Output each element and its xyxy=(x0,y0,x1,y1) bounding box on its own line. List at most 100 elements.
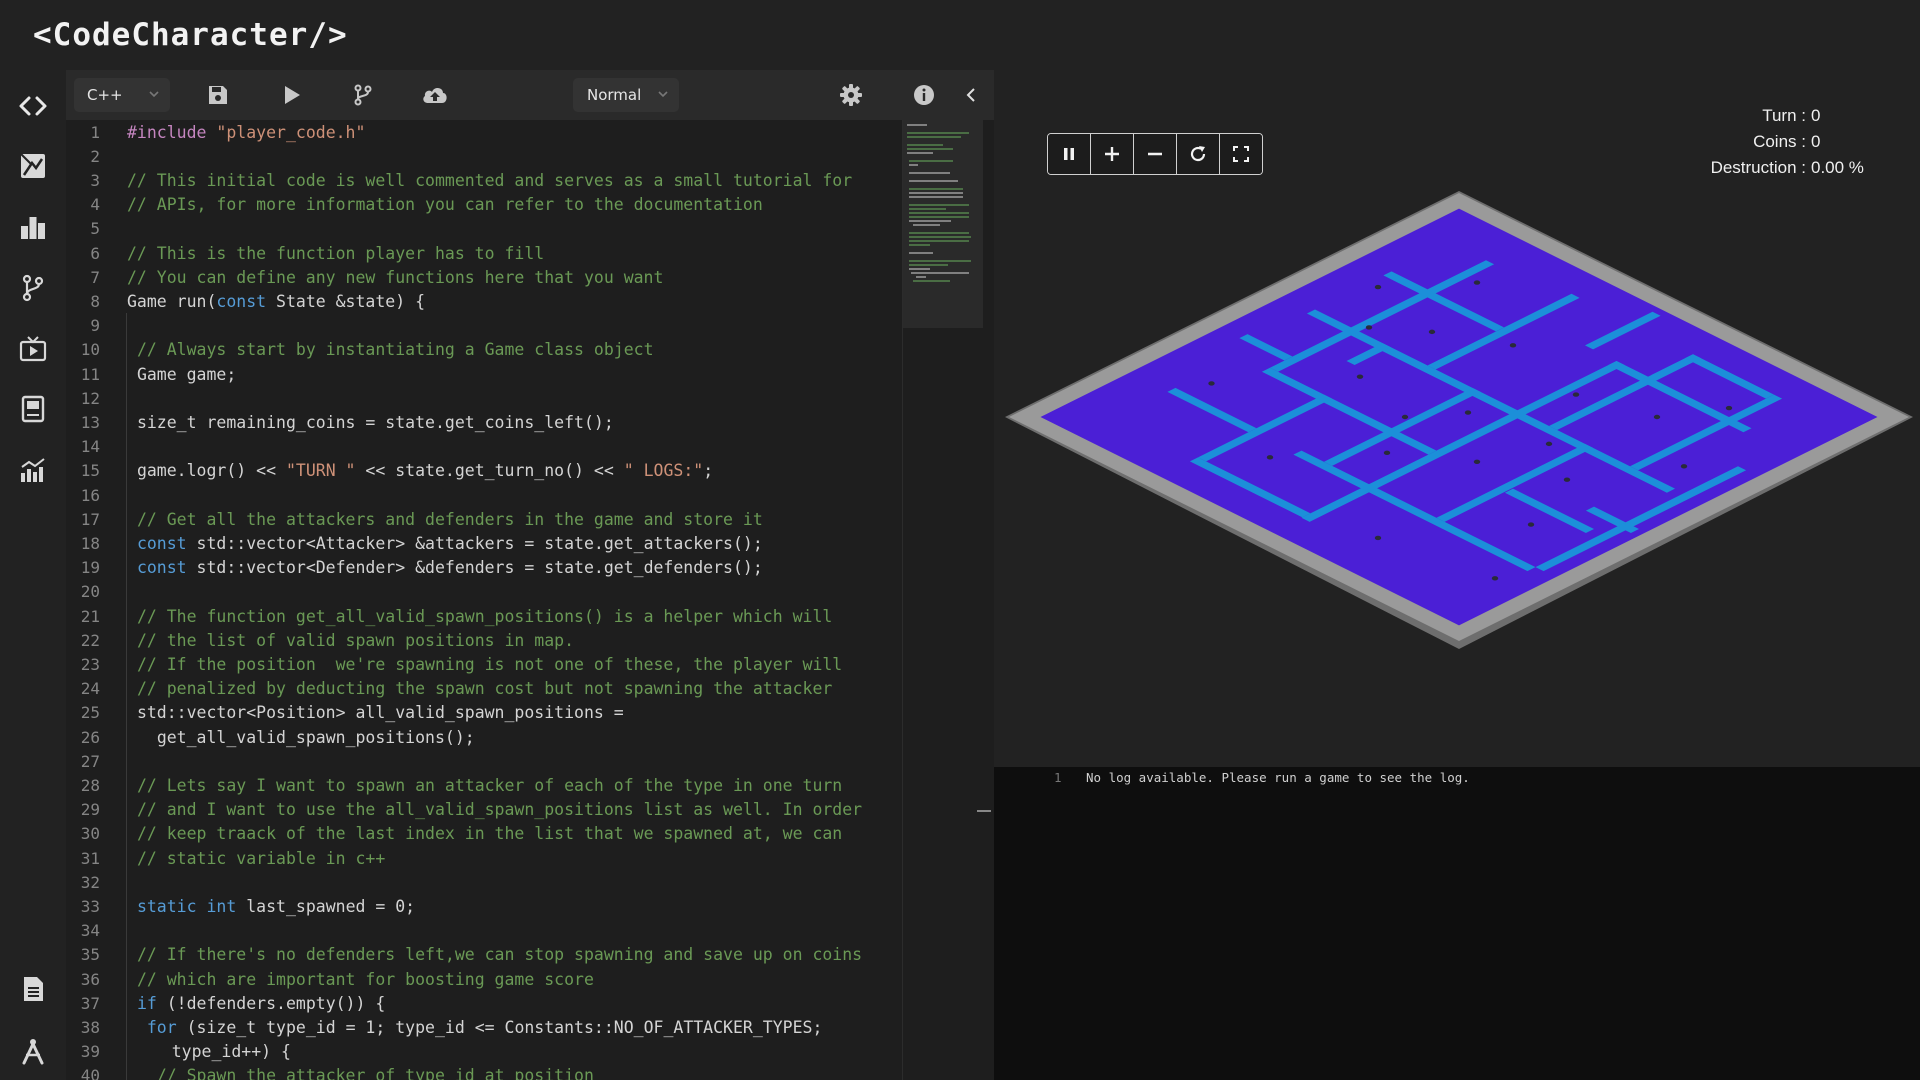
code-line[interactable]: 11 Game game; xyxy=(66,363,896,387)
code-text: // APIs, for more information you can re… xyxy=(127,193,763,217)
code-lines[interactable]: 1 #include "player_code.h" 2 3// This initi… xyxy=(66,120,896,1080)
code-line[interactable]: 28 // Lets say I want to spawn an attacke… xyxy=(66,774,896,798)
sidebar-item-leaderboard[interactable] xyxy=(13,207,53,247)
code-line[interactable]: 4 // APIs, for more information you can r… xyxy=(66,193,896,217)
code-line[interactable]: 15 game.logr() << "TURN " << state.get_tu… xyxy=(66,459,896,483)
code-line[interactable]: 19 const std::vector<Defender> &defenders… xyxy=(66,556,896,580)
code-line[interactable]: 35 // If there's no defenders left,we can… xyxy=(66,943,896,967)
code-text: // static variable in c++ xyxy=(137,847,385,871)
fullscreen-button[interactable] xyxy=(1220,134,1262,174)
code-line[interactable]: 6 // This is the function player has to f… xyxy=(66,242,896,266)
pause-button[interactable] xyxy=(1048,134,1091,174)
editor-scrollbar[interactable] xyxy=(977,810,991,812)
code-line[interactable]: 26 get_all_valid_spawn_positions(); xyxy=(66,726,896,750)
line-number: 19 xyxy=(80,558,100,578)
code-line[interactable]: 7 // You can define any new functions her… xyxy=(66,266,896,290)
zoom-in-icon xyxy=(1105,147,1119,161)
code-line[interactable]: 13 size_t remaining_coins = state.get_coi… xyxy=(66,411,896,435)
code-text: type_id++) { xyxy=(172,1040,291,1064)
code-line[interactable]: 16 xyxy=(66,484,896,508)
minimap[interactable] xyxy=(902,120,983,1080)
code-line[interactable]: 33 static int last_spawned = 0; xyxy=(66,895,896,919)
stat-destruction-label: Destruction : xyxy=(1710,158,1806,177)
minimap-line xyxy=(909,244,931,246)
reset-view-button[interactable] xyxy=(1177,134,1220,174)
line-number: 26 xyxy=(80,727,100,747)
code-line[interactable]: 9 xyxy=(66,314,896,338)
code-line[interactable]: 23 // If the position we're spawning is n… xyxy=(66,653,896,677)
line-number: 2 xyxy=(90,146,100,166)
line-number: 28 xyxy=(80,775,100,795)
save-button[interactable] xyxy=(203,80,233,110)
sidebar-item-documentation[interactable] xyxy=(13,969,53,1009)
code-text: get_all_valid_spawn_positions(); xyxy=(157,726,475,750)
code-line[interactable]: 21 // The function get_all_valid_spawn_po… xyxy=(66,605,896,629)
zoom-in-button[interactable] xyxy=(1091,134,1134,174)
code-editor[interactable]: 1 #include "player_code.h" 2 3// This initi… xyxy=(66,120,994,1080)
code-token: #include xyxy=(127,122,207,142)
code-text: static int last_spawned = 0; xyxy=(137,895,415,919)
code-line[interactable]: 34 xyxy=(66,919,896,943)
code-line[interactable]: 29 // and I want to use the all_valid_spa… xyxy=(66,798,896,822)
run-button[interactable] xyxy=(277,80,307,110)
code-line[interactable]: 31 // static variable in c++ xyxy=(66,847,896,871)
code-line[interactable]: 40 // Spawn the attacker of type_id at po… xyxy=(66,1064,896,1080)
code-line[interactable]: 37 if (!defenders.empty()) { xyxy=(66,992,896,1016)
log-line-number: 1 xyxy=(1054,770,1062,785)
code-line[interactable]: 24 // penalized by deducting the spawn co… xyxy=(66,677,896,701)
sidebar-item-history[interactable] xyxy=(13,268,53,308)
code-token: const xyxy=(216,291,267,311)
log-panel[interactable]: 1 No log available. Please run a game to … xyxy=(994,767,1920,1080)
code-line[interactable]: 18 const std::vector<Attacker> &attackers… xyxy=(66,532,896,556)
chevron-left-icon[interactable] xyxy=(964,86,978,104)
code-text: // Get all the attackers and defenders i… xyxy=(137,508,763,532)
minimap-line xyxy=(907,124,928,126)
commit-button[interactable] xyxy=(348,80,378,110)
code-line[interactable]: 2 xyxy=(66,145,896,169)
code-token: // If there's no defenders left,we can s… xyxy=(136,945,863,965)
code-text: // keep traack of the last index in the … xyxy=(137,822,842,846)
code-line[interactable]: 27 xyxy=(66,750,896,774)
code-token: static xyxy=(136,896,197,916)
code-line[interactable]: 39 type_id++) { xyxy=(66,1040,896,1064)
sidebar-item-tutorials[interactable] xyxy=(13,1031,53,1071)
code-line[interactable]: 25 std::vector<Position> all_valid_spawn_… xyxy=(66,701,896,725)
code-text: const std::vector<Defender> &defenders =… xyxy=(137,556,763,580)
code-line[interactable]: 12 xyxy=(66,387,896,411)
code-line[interactable]: 36 // which are important for boosting ga… xyxy=(66,968,896,992)
code-line[interactable]: 32 xyxy=(66,871,896,895)
sidebar-item-statistics[interactable] xyxy=(13,450,53,490)
upload-button[interactable] xyxy=(420,80,450,110)
language-select[interactable]: C++ xyxy=(74,78,170,112)
editor-mode-select[interactable]: Normal xyxy=(573,78,679,112)
code-line[interactable]: 22 // the list of valid spawn positions i… xyxy=(66,629,896,653)
app-logo[interactable]: <CodeCharacter/> xyxy=(33,17,348,53)
code-line[interactable]: 17 // Get all the attackers and defenders… xyxy=(66,508,896,532)
minimap-line xyxy=(907,152,933,154)
code-text: const std::vector<Attacker> &attackers =… xyxy=(137,532,763,556)
code-line[interactable]: 14 xyxy=(66,435,896,459)
map-defender xyxy=(1383,450,1391,456)
sidebar-item-editor[interactable] xyxy=(13,86,53,126)
code-line[interactable]: 1 #include "player_code.h" xyxy=(66,121,896,145)
sidebar-item-dashboard[interactable] xyxy=(13,389,53,429)
sidebar-item-battle-tv[interactable] xyxy=(13,329,53,369)
code-line[interactable]: 30 // keep traack of the last index in th… xyxy=(66,822,896,846)
code-token: std::vector<Attacker> &attackers = state… xyxy=(186,533,763,553)
minimap-line xyxy=(909,164,918,166)
stat-destruction: Destruction : 0.00 % xyxy=(1623,158,1864,184)
zoom-out-button[interactable] xyxy=(1134,134,1177,174)
code-line[interactable]: 5 xyxy=(66,217,896,241)
code-line[interactable]: 10 // Always start by instantiating a Gam… xyxy=(66,338,896,362)
code-line[interactable]: 20 xyxy=(66,580,896,604)
line-number: 18 xyxy=(80,533,100,553)
code-line[interactable]: 38 for (size_t type_id = 1; type_id <= Co… xyxy=(66,1016,896,1040)
language-select-value: C++ xyxy=(87,86,123,104)
code-line[interactable]: 8 Game run(const State &state) { xyxy=(66,290,896,314)
sidebar-item-map-designer[interactable] xyxy=(13,146,53,186)
code-line[interactable]: 3 // This initial code is well commented … xyxy=(66,169,896,193)
settings-button[interactable] xyxy=(836,80,866,110)
line-number: 9 xyxy=(90,316,100,336)
info-button[interactable] xyxy=(909,80,939,110)
